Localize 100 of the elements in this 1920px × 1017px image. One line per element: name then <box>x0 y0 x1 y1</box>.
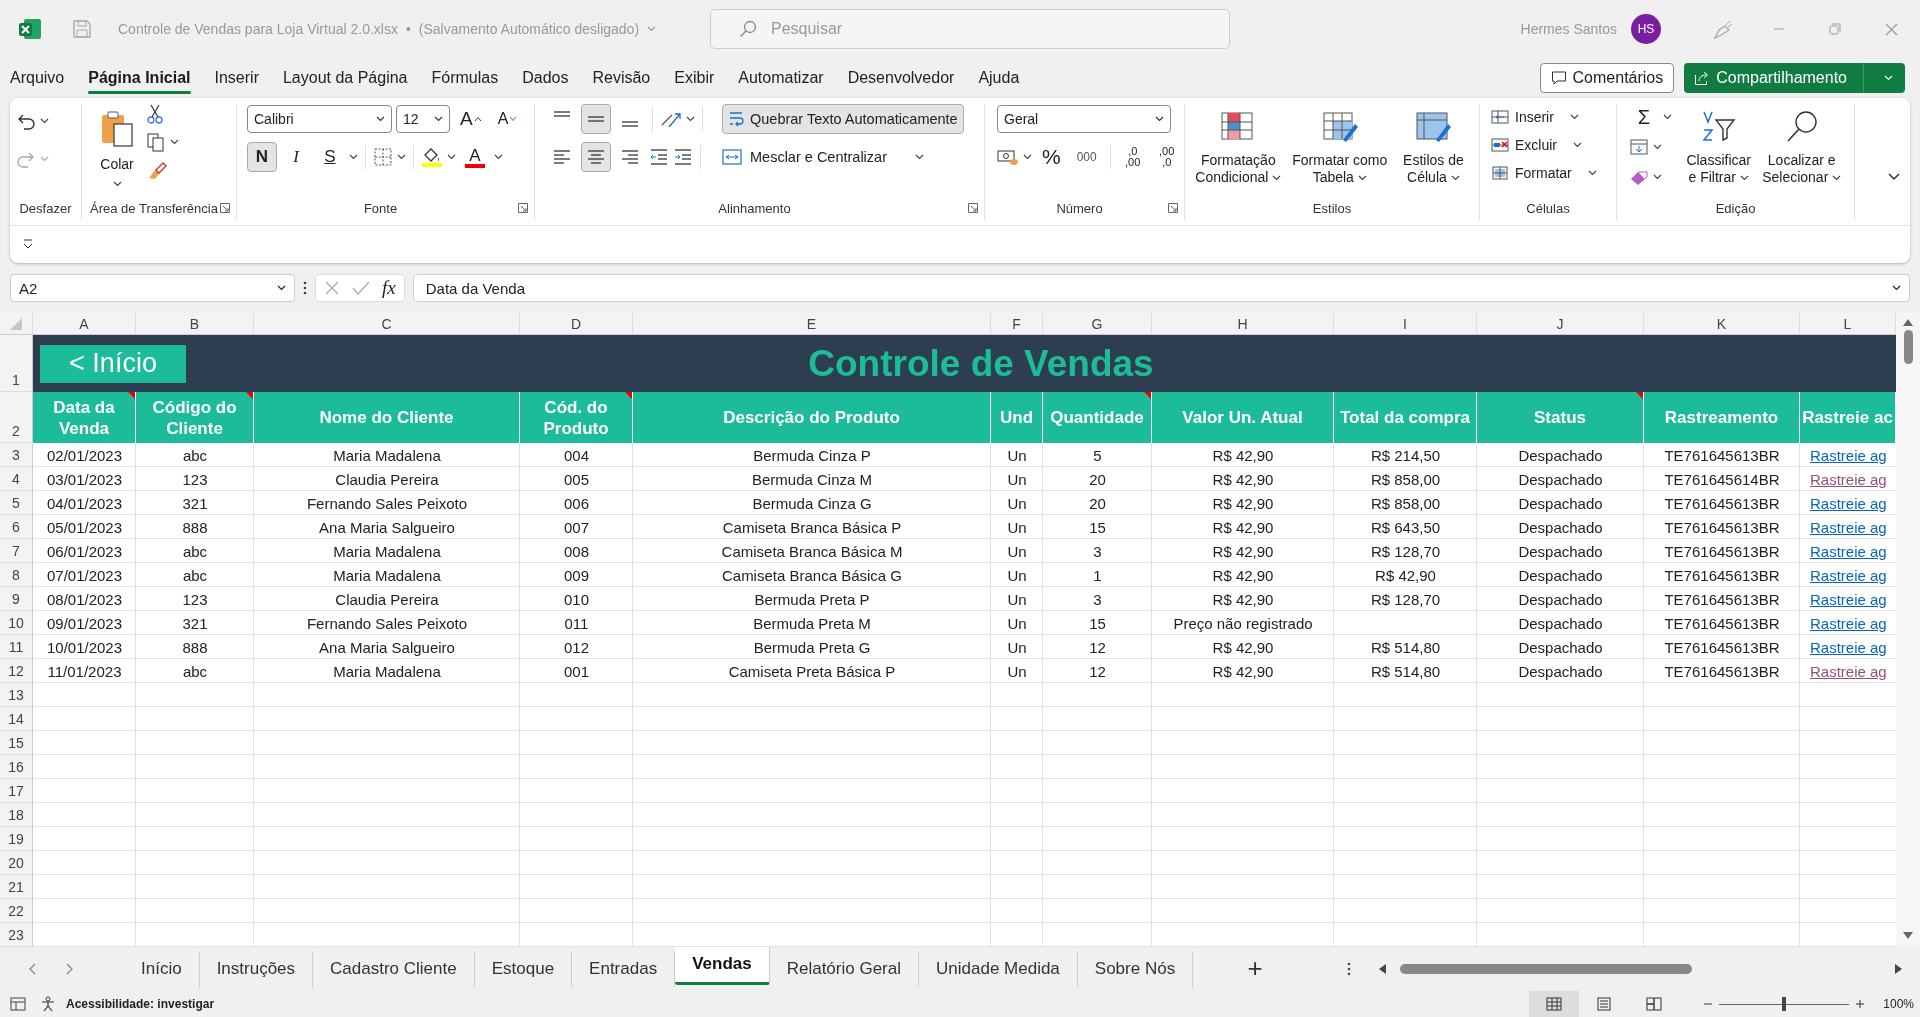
column-header[interactable]: I <box>1334 313 1477 335</box>
sheet-tab[interactable]: Unidade Medida <box>919 950 1078 987</box>
row-number[interactable]: 9 <box>0 587 33 611</box>
caret-icon[interactable] <box>1573 142 1582 148</box>
column-header[interactable]: G <box>1043 313 1152 335</box>
bold-button[interactable]: N <box>247 142 277 172</box>
dialog-launcher-icon[interactable] <box>518 203 528 213</box>
up-caret-icon[interactable] <box>473 116 482 122</box>
menu-tab[interactable]: Dados <box>522 58 569 98</box>
caret-icon[interactable] <box>376 116 385 122</box>
font-name-select[interactable]: Calibri <box>247 105 392 133</box>
caret-icon[interactable] <box>686 116 695 122</box>
comment-icon[interactable] <box>1550 70 1567 86</box>
column-header[interactable]: F <box>991 313 1043 335</box>
sheet-tab[interactable]: Início <box>124 950 200 987</box>
column-header[interactable]: C <box>254 313 520 335</box>
percent-button[interactable]: % <box>1036 142 1067 172</box>
customize-toolbar-icon[interactable] <box>22 238 34 250</box>
tracking-link[interactable]: Rastreie ag <box>1810 542 1887 560</box>
caret-icon[interactable] <box>1663 114 1672 120</box>
row-number[interactable]: 12 <box>0 659 33 683</box>
row-number[interactable]: 18 <box>0 803 33 827</box>
tracking-link[interactable]: Rastreie ag <box>1810 638 1887 656</box>
tracking-link[interactable]: Rastreie ag <box>1810 470 1887 488</box>
column-header[interactable]: A <box>33 313 136 335</box>
caret-icon[interactable] <box>434 116 443 122</box>
caret-icon[interactable] <box>1653 144 1662 150</box>
tracking-link[interactable]: Rastreie ag <box>1810 614 1887 632</box>
clipboard-icon[interactable] <box>100 110 134 148</box>
merge-center-button[interactable]: Mesclar e Centralizar <box>716 142 930 172</box>
dialog-launcher-icon[interactable] <box>1168 203 1178 213</box>
sheet-tab[interactable]: Relatório Geral <box>769 950 919 987</box>
menu-tab[interactable]: Revisão <box>592 58 651 98</box>
column-header[interactable]: D <box>520 313 633 335</box>
decrease-indent-icon[interactable] <box>649 147 669 167</box>
scrollbar-thumb[interactable] <box>1400 963 1693 974</box>
caret-icon[interactable] <box>1587 170 1597 176</box>
caret-icon[interactable] <box>494 154 503 160</box>
caret-icon[interactable] <box>40 118 49 124</box>
column-header[interactable]: E <box>633 313 991 335</box>
down-caret-icon[interactable] <box>509 116 518 122</box>
menu-tab[interactable]: Ajuda <box>978 58 1020 98</box>
increase-indent-icon[interactable] <box>673 147 693 167</box>
find-select-button[interactable]: Localizar e Selecionar <box>1755 104 1848 196</box>
font-color-button[interactable]: A <box>460 142 490 172</box>
row-number[interactable]: 15 <box>0 731 33 755</box>
wrap-text-icon[interactable] <box>728 110 746 128</box>
name-box[interactable]: A2 <box>10 274 295 302</box>
row-number[interactable]: 7 <box>0 539 33 563</box>
row-number[interactable]: 13 <box>0 683 33 707</box>
share-button[interactable]: Compartilhamento <box>1684 63 1905 93</box>
dialog-launcher-icon[interactable] <box>968 203 978 213</box>
tracking-link[interactable]: Rastreie ag <box>1810 518 1887 536</box>
caret-icon[interactable] <box>1653 174 1662 180</box>
conditional-formatting-button[interactable]: Formatação Condicional <box>1191 104 1286 196</box>
menu-tab[interactable]: Exibir <box>674 58 715 98</box>
caret-icon[interactable] <box>397 154 406 160</box>
sort-filter-button[interactable]: Classificar e Filtrar <box>1682 104 1756 196</box>
borders-icon[interactable] <box>373 147 393 167</box>
align-center-button[interactable] <box>581 142 611 172</box>
tracking-link[interactable]: Rastreie ag <box>1810 662 1887 680</box>
fill-color-icon[interactable] <box>421 146 443 168</box>
caret-icon[interactable] <box>277 285 286 291</box>
row-number[interactable]: 2 <box>0 392 33 443</box>
scroll-right-icon[interactable] <box>1895 963 1902 974</box>
previous-sheet-icon[interactable] <box>28 962 36 975</box>
menu-tab[interactable]: Página Inicial <box>88 58 191 98</box>
caret-icon[interactable] <box>1832 175 1842 182</box>
menu-tab[interactable]: Layout da Página <box>282 58 408 98</box>
wrap-text-button[interactable]: Quebrar Texto Automaticamente <box>722 104 964 134</box>
currency-icon[interactable] <box>997 148 1019 166</box>
cell-styles-icon[interactable] <box>1414 110 1453 144</box>
increase-decimal-button[interactable]: ,0 ,00 <box>1117 142 1148 172</box>
tracking-link[interactable]: Rastreie ag <box>1810 590 1887 608</box>
row-number[interactable]: 1 <box>0 335 33 392</box>
sheet-tab[interactable]: Instruções <box>199 950 314 987</box>
column-header[interactable]: J <box>1477 313 1644 335</box>
underline-button[interactable]: S <box>315 142 345 172</box>
row-number[interactable]: 22 <box>0 899 33 923</box>
more-options-icon[interactable] <box>1347 961 1352 976</box>
caret-icon[interactable] <box>1023 154 1032 160</box>
caret-icon[interactable] <box>1357 175 1367 182</box>
autosum-button[interactable]: Σ <box>1629 102 1659 132</box>
sheet-status-icon[interactable] <box>10 996 26 1011</box>
row-number[interactable]: 23 <box>0 923 33 947</box>
copy-icon[interactable] <box>146 132 166 152</box>
zoom-in-icon[interactable] <box>1855 998 1866 1009</box>
paste-button[interactable]: Colar <box>88 104 146 196</box>
row-number[interactable]: 20 <box>0 851 33 875</box>
tracking-link[interactable]: Rastreie ag <box>1810 494 1887 512</box>
row-number[interactable]: 6 <box>0 515 33 539</box>
user-avatar[interactable]: HS <box>1631 14 1661 44</box>
search-icon[interactable] <box>1784 110 1819 144</box>
caret-icon[interactable] <box>1450 175 1460 182</box>
row-number[interactable]: 4 <box>0 467 33 491</box>
thousands-button[interactable]: 000 <box>1070 142 1103 172</box>
sheet-tab[interactable]: Cadastro Cliente <box>313 950 475 987</box>
scrollbar-thumb[interactable] <box>1903 330 1913 364</box>
zoom-level[interactable]: 100% <box>1883 996 1914 1011</box>
formula-field[interactable]: Data da Venda <box>412 274 1910 302</box>
